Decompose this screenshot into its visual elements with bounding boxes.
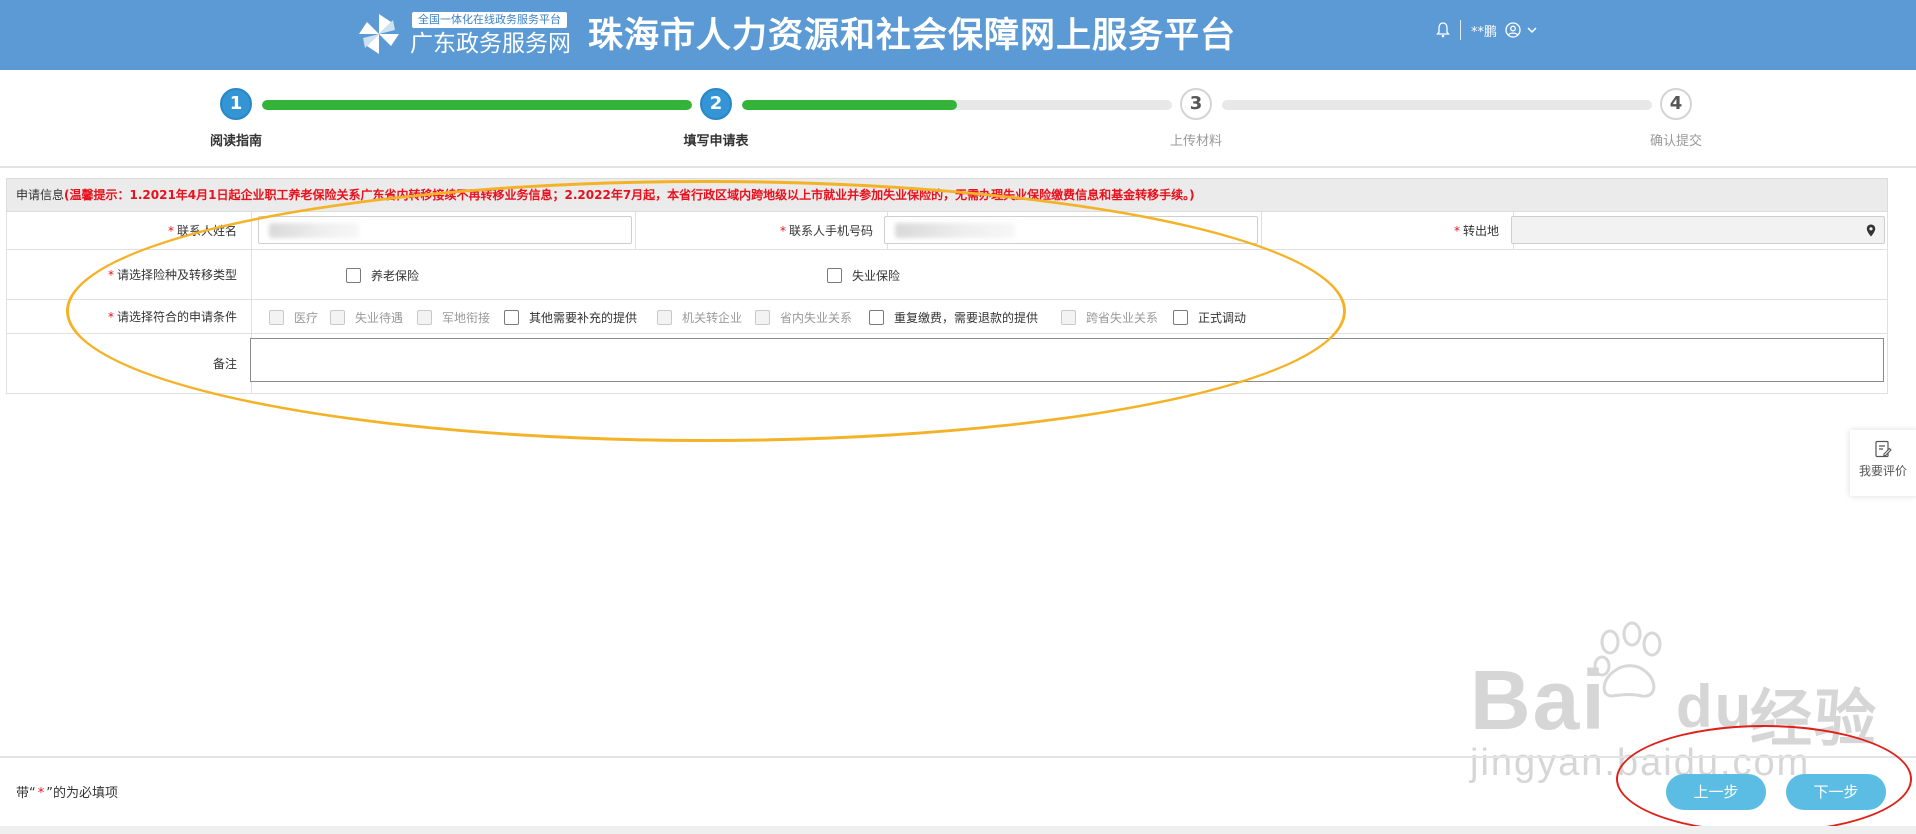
step-3-label: 上传材料 xyxy=(1169,134,1222,149)
step-4-circle: 4 xyxy=(1660,88,1692,120)
site-title: 珠海市人力资源和社会保障网上服务平台 xyxy=(588,16,1237,56)
bottom-bar xyxy=(0,826,1916,834)
required-note-prefix: 带“ xyxy=(16,786,36,801)
annotation-ellipse-buttons xyxy=(1616,725,1912,833)
logo-tagline: 全国一体化在线政务服务平台 xyxy=(412,12,567,28)
site-header: 全国一体化在线政务服务平台 广东政务服务网 珠海市人力资源和社会保障网上服务平台… xyxy=(0,0,1916,70)
evaluate-label: 我要评价 xyxy=(1858,464,1907,478)
transfer-out-select[interactable] xyxy=(1511,216,1885,244)
progress-fill-2 xyxy=(742,100,957,110)
required-note: 带“ * ”的为必填项 xyxy=(16,782,118,801)
progress-fill-1 xyxy=(262,100,692,110)
step-2-label: 填写申请表 xyxy=(683,134,749,149)
step-1-circle: 1 xyxy=(220,88,252,120)
form-section-title: 申请信息 xyxy=(16,188,65,202)
step-4-label: 确认提交 xyxy=(1649,134,1702,149)
header-user-area: **鹏 xyxy=(1436,18,1537,42)
chevron-down-icon[interactable] xyxy=(1527,26,1537,34)
header-separator xyxy=(1460,20,1461,40)
location-pin-icon xyxy=(1866,224,1876,237)
transfer-out-text: 转出地 xyxy=(1462,224,1499,238)
user-name[interactable]: **鹏 xyxy=(1471,21,1497,40)
annotation-ellipse-form xyxy=(66,180,1346,442)
logo-name: 广东政务服务网 xyxy=(410,31,571,57)
progress-track-1 xyxy=(262,100,692,110)
pinwheel-logo-icon xyxy=(359,14,399,54)
step-3-circle: 3 xyxy=(1180,88,1212,120)
required-note-mark: * xyxy=(37,786,45,801)
watermark-brand: Bai xyxy=(1470,653,1607,747)
edit-note-icon xyxy=(1875,440,1892,458)
step-1-label: 阅读指南 xyxy=(209,134,262,149)
progress-track-3 xyxy=(1222,100,1652,110)
user-icon[interactable] xyxy=(1505,22,1521,38)
required-note-suffix: ”的为必填项 xyxy=(46,786,118,801)
transfer-out-label: * 转出地 xyxy=(1262,212,1514,249)
steps-divider xyxy=(0,166,1916,168)
progress-track-2 xyxy=(742,100,1172,110)
required-mark: * xyxy=(1453,223,1460,238)
progress-steps: 1 2 3 4 阅读指南 填写申请表 上传材料 确认提交 xyxy=(0,70,1916,168)
bell-icon[interactable] xyxy=(1436,22,1450,38)
step-2-circle: 2 xyxy=(700,88,732,120)
required-mark: * xyxy=(167,223,174,238)
evaluate-button[interactable]: 我要评价 xyxy=(1850,430,1916,496)
